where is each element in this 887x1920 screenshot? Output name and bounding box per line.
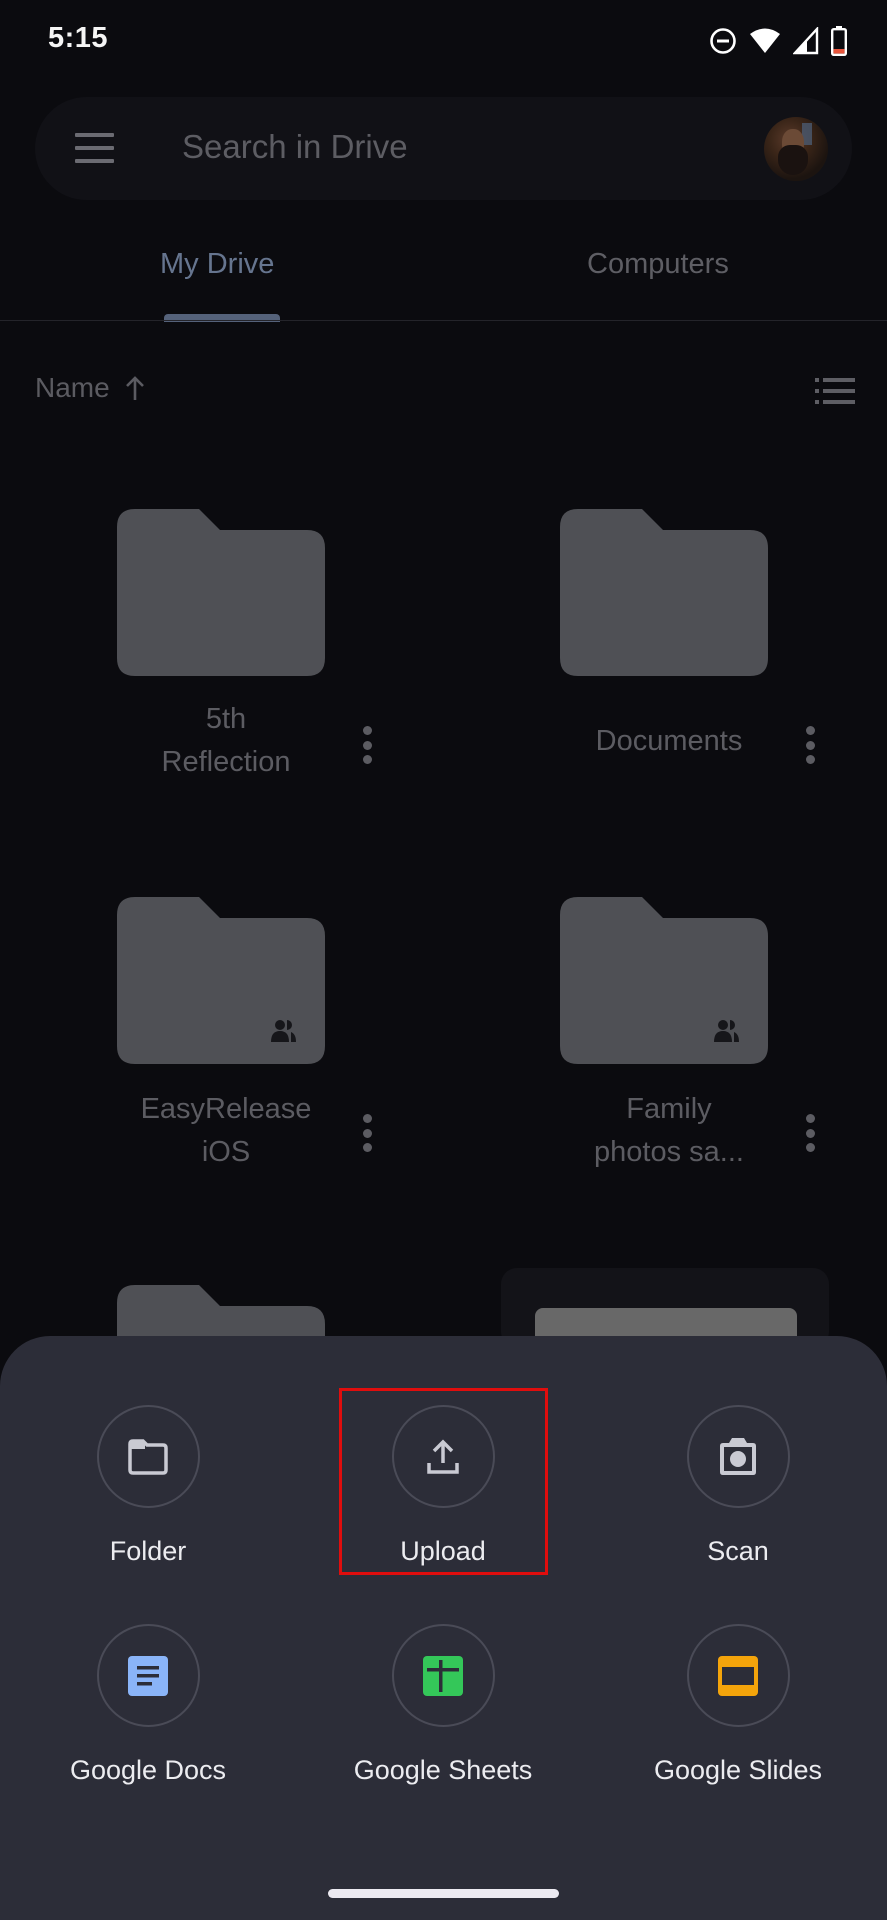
google-slides-button[interactable]: Google Slides bbox=[608, 1624, 868, 1786]
tab-divider bbox=[0, 320, 887, 321]
folder-item[interactable]: 5th Reflection bbox=[0, 480, 443, 810]
upload-button[interactable]: Upload bbox=[313, 1405, 573, 1567]
folder-icon bbox=[117, 509, 325, 676]
action-label: Google Docs bbox=[69, 1755, 227, 1785]
scan-button[interactable]: Scan bbox=[608, 1405, 868, 1567]
folder-name: iOS bbox=[201, 1136, 251, 1168]
hamburger-menu-icon[interactable] bbox=[75, 133, 114, 163]
folder-item[interactable]: Documents bbox=[443, 480, 887, 810]
google-slides-icon bbox=[718, 1655, 758, 1696]
google-sheets-button[interactable]: Google Sheets bbox=[313, 1624, 573, 1786]
more-options-icon[interactable] bbox=[363, 1114, 373, 1152]
folder-icon bbox=[128, 1438, 168, 1475]
folder-name: Reflection bbox=[161, 746, 291, 778]
upload-icon bbox=[427, 1439, 459, 1474]
tab-my-drive[interactable]: My Drive bbox=[160, 248, 274, 281]
create-folder-button[interactable]: Folder bbox=[18, 1405, 278, 1567]
google-docs-button[interactable]: Google Docs bbox=[18, 1624, 278, 1786]
folder-item[interactable]: EasyRelease iOS bbox=[0, 870, 443, 1200]
google-sheets-icon bbox=[423, 1655, 463, 1696]
folder-item[interactable]: Family photos sa... bbox=[443, 870, 887, 1200]
gesture-nav-handle[interactable] bbox=[328, 1889, 559, 1898]
action-label: Upload bbox=[400, 1536, 486, 1566]
more-options-icon[interactable] bbox=[363, 726, 373, 764]
shared-folder-icon bbox=[560, 897, 768, 1064]
do-not-disturb-icon bbox=[710, 28, 736, 54]
list-view-icon[interactable] bbox=[815, 378, 855, 404]
folder-icon bbox=[560, 509, 768, 676]
battery-low-icon bbox=[831, 26, 847, 56]
action-label: Folder bbox=[109, 1536, 187, 1566]
sort-label: Name bbox=[35, 372, 110, 403]
more-options-icon[interactable] bbox=[806, 726, 816, 764]
folder-name: EasyRelease bbox=[140, 1093, 312, 1125]
create-new-sheet: Folder Upload Scan Google Docs Google Sh… bbox=[0, 1336, 887, 1920]
folder-name: photos sa... bbox=[594, 1136, 744, 1168]
status-time: 5:15 bbox=[48, 22, 109, 54]
account-avatar[interactable] bbox=[764, 117, 828, 181]
search-input[interactable]: Search in Drive bbox=[182, 128, 408, 166]
folder-name: 5th bbox=[205, 703, 247, 735]
shared-folder-icon bbox=[117, 897, 325, 1064]
action-label: Google Sheets bbox=[353, 1755, 533, 1785]
cell-signal-icon bbox=[793, 27, 819, 55]
folder-name: Documents bbox=[595, 725, 743, 757]
google-docs-icon bbox=[128, 1655, 168, 1696]
arrow-up-icon bbox=[125, 376, 144, 400]
folder-name: Family bbox=[626, 1093, 712, 1125]
camera-icon bbox=[720, 1437, 756, 1475]
status-icons bbox=[709, 24, 847, 58]
more-options-icon[interactable] bbox=[806, 1114, 816, 1152]
action-label: Scan bbox=[707, 1536, 769, 1566]
tab-computers[interactable]: Computers bbox=[587, 248, 729, 281]
wifi-icon bbox=[750, 28, 780, 53]
search-bar[interactable]: Search in Drive bbox=[35, 97, 852, 200]
sort-button[interactable]: Name bbox=[35, 372, 146, 404]
battery-level bbox=[833, 49, 845, 54]
action-label: Google Slides bbox=[653, 1755, 823, 1785]
